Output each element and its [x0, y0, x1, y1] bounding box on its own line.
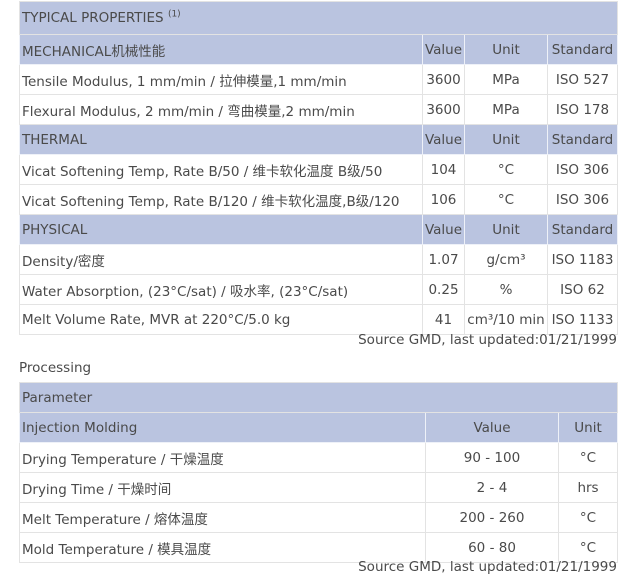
- property-name: Water Absorption, (23°C/sat) / 吸水率, (23°…: [19, 274, 423, 305]
- property-unit: cm³/10 min: [464, 304, 548, 335]
- property-value: 3600: [422, 94, 465, 125]
- property-name: Density/密度: [19, 244, 423, 275]
- table-row: Mold Temperature / 模具温度 60 - 80 °C: [19, 532, 619, 563]
- parameter-unit: hrs: [557, 472, 619, 503]
- section-header-row: MECHANICAL机械性能 Value Unit Standard: [19, 34, 618, 65]
- property-standard: ISO 178: [547, 94, 618, 125]
- section-name: THERMAL: [19, 124, 423, 155]
- column-header-unit: Unit: [464, 124, 548, 155]
- parameter-value: 2 - 4: [425, 472, 559, 503]
- column-header-standard: Standard: [547, 124, 618, 155]
- section-name: MECHANICAL机械性能: [19, 34, 423, 65]
- property-name: Melt Volume Rate, MVR at 220°C/5.0 kg: [19, 304, 423, 335]
- property-standard: ISO 1133: [547, 304, 618, 335]
- table-row: Drying Time / 干燥时间 2 - 4 hrs: [19, 472, 619, 503]
- parameter-name: Drying Time / 干燥时间: [19, 472, 426, 503]
- parameter-unit: °C: [557, 502, 619, 533]
- table-title-row: Parameter: [18, 382, 619, 413]
- section-name: PHYSICAL: [19, 214, 423, 245]
- source-note: Source GMD, last updated:01/21/1999: [358, 559, 617, 575]
- property-unit: °C: [464, 184, 548, 215]
- processing-label: Processing: [19, 360, 92, 376]
- table-row: Tensile Modulus, 1 mm/min / 拉伸模量,1 mm/mi…: [19, 64, 618, 95]
- parameter-value: 90 - 100: [425, 442, 559, 473]
- column-header-unit: Unit: [464, 214, 548, 245]
- table-row: Flexural Modulus, 2 mm/min / 弯曲模量,2 mm/m…: [19, 94, 618, 125]
- parameter-name: Mold Temperature / 模具温度: [19, 532, 426, 563]
- property-value: 0.25: [422, 274, 465, 305]
- table-title-row: TYPICAL PROPERTIES (1): [19, 1, 618, 35]
- processing-table: Parameter Injection Molding Value Unit D…: [18, 382, 619, 563]
- property-standard: ISO 527: [547, 64, 618, 95]
- table-title: TYPICAL PROPERTIES (1): [19, 1, 618, 35]
- column-header-value: Value: [422, 214, 465, 245]
- table-row: Vicat Softening Temp, Rate B/120 / 维卡软化温…: [19, 184, 618, 215]
- property-unit: g/cm³: [464, 244, 548, 275]
- source-note: Source GMD, last updated:01/21/1999: [358, 332, 617, 348]
- typical-properties-table: TYPICAL PROPERTIES (1) MECHANICAL机械性能 Va…: [19, 1, 618, 335]
- parameter-name: Melt Temperature / 熔体温度: [19, 502, 426, 533]
- column-header-unit: Unit: [464, 34, 548, 65]
- parameter-value: 60 - 80: [425, 532, 559, 563]
- property-name: Vicat Softening Temp, Rate B/120 / 维卡软化温…: [19, 184, 423, 215]
- table-row: Melt Volume Rate, MVR at 220°C/5.0 kg 41…: [19, 304, 618, 335]
- column-header-unit: Unit: [557, 412, 619, 443]
- property-name: Flexural Modulus, 2 mm/min / 弯曲模量,2 mm/m…: [19, 94, 423, 125]
- footnote-marker: (1): [167, 9, 181, 20]
- property-value: 1.07: [422, 244, 465, 275]
- property-name: Vicat Softening Temp, Rate B/50 / 维卡软化温度…: [19, 154, 423, 185]
- column-header-value: Value: [425, 412, 559, 443]
- section-header-row: Injection Molding Value Unit: [19, 412, 619, 443]
- section-name: Injection Molding: [19, 412, 426, 443]
- physical-section: PHYSICAL Value Unit Standard Density/密度 …: [19, 214, 618, 335]
- property-standard: ISO 62: [547, 274, 618, 305]
- column-header-standard: Standard: [547, 214, 618, 245]
- table-row: Melt Temperature / 熔体温度 200 - 260 °C: [19, 502, 619, 533]
- column-header-standard: Standard: [547, 34, 618, 65]
- parameter-value: 200 - 260: [425, 502, 559, 533]
- property-unit: MPa: [464, 94, 548, 125]
- property-value: 106: [422, 184, 465, 215]
- table-row: Water Absorption, (23°C/sat) / 吸水率, (23°…: [19, 274, 618, 305]
- section-header-row: THERMAL Value Unit Standard: [19, 124, 618, 155]
- table-row: Drying Temperature / 干燥温度 90 - 100 °C: [19, 442, 619, 473]
- property-standard: ISO 1183: [547, 244, 618, 275]
- property-standard: ISO 306: [547, 184, 618, 215]
- property-value: 104: [422, 154, 465, 185]
- table-title: Parameter: [18, 382, 619, 413]
- property-unit: %: [464, 274, 548, 305]
- property-name: Tensile Modulus, 1 mm/min / 拉伸模量,1 mm/mi…: [19, 64, 423, 95]
- thermal-section: THERMAL Value Unit Standard Vicat Soften…: [19, 124, 618, 215]
- column-header-value: Value: [422, 124, 465, 155]
- parameter-name: Drying Temperature / 干燥温度: [19, 442, 426, 473]
- parameter-unit: °C: [557, 532, 619, 563]
- property-unit: MPa: [464, 64, 548, 95]
- mechanical-section: MECHANICAL机械性能 Value Unit Standard Tensi…: [19, 34, 618, 125]
- property-value: 3600: [422, 64, 465, 95]
- section-header-row: PHYSICAL Value Unit Standard: [19, 214, 618, 245]
- parameter-unit: °C: [557, 442, 619, 473]
- property-unit: °C: [464, 154, 548, 185]
- column-header-value: Value: [422, 34, 465, 65]
- property-standard: ISO 306: [547, 154, 618, 185]
- table-row: Vicat Softening Temp, Rate B/50 / 维卡软化温度…: [19, 154, 618, 185]
- property-value: 41: [422, 304, 465, 335]
- table-row: Density/密度 1.07 g/cm³ ISO 1183: [19, 244, 618, 275]
